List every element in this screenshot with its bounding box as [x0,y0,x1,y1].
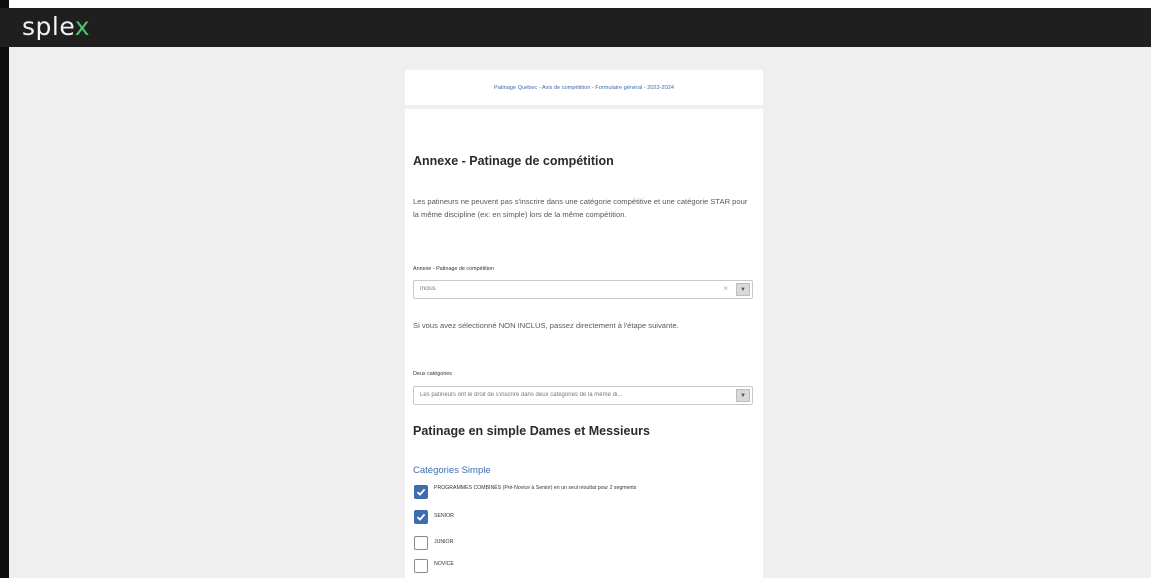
annexe-intro: Les patineurs ne peuvent pas s'inscrire … [413,197,748,219]
form-card [405,109,763,578]
category-checkbox-label: PROGRAMMES COMBINÉS (Pré-Novice à Senior… [434,485,637,491]
clear-icon[interactable]: × [723,284,728,293]
check-icon [416,513,426,521]
deux-categories-select[interactable]: Les patineurs ont le droit de s'inscrire… [413,386,753,405]
chevron-down-icon[interactable]: ▼ [736,389,750,402]
check-icon [416,488,426,496]
category-checkbox[interactable] [414,485,428,499]
non-inclus-note: Si vous avez sélectionné NON INCLUS, pas… [413,321,679,330]
splex-logo[interactable]: splex [22,12,90,41]
category-checkbox[interactable] [414,510,428,524]
category-checkbox-label: NOVICE [434,561,454,567]
simple-heading: Patinage en simple Dames et Messieurs [413,424,650,438]
app-header: splex [0,8,1151,47]
category-checkbox[interactable] [414,559,428,573]
annexe-select-value: Inclus [420,286,436,292]
logo-text: sple [22,12,75,41]
categories-simple-title: Catégories Simple [413,465,491,476]
annexe-heading: Annexe - Patinage de compétition [413,154,614,168]
left-edge-bar [0,0,9,578]
annexe-select[interactable]: Inclus × ▼ [413,280,753,299]
category-checkbox-label: JUNIOR [434,539,454,545]
form-header-card: Patinage Québec - Avis de compétition - … [405,70,763,105]
chevron-down-icon[interactable]: ▼ [736,283,750,296]
logo-accent: x [74,12,91,41]
category-checkbox-label: SENIOR [434,513,454,519]
annexe-select-label: Annexe - Patinage de compétition [413,266,494,272]
deux-categories-value: Les patineurs ont le droit de s'inscrire… [420,392,623,398]
category-checkbox[interactable] [414,536,428,550]
form-title: Patinage Québec - Avis de compétition - … [494,84,674,91]
deux-categories-label: Deux catégories [413,371,452,377]
